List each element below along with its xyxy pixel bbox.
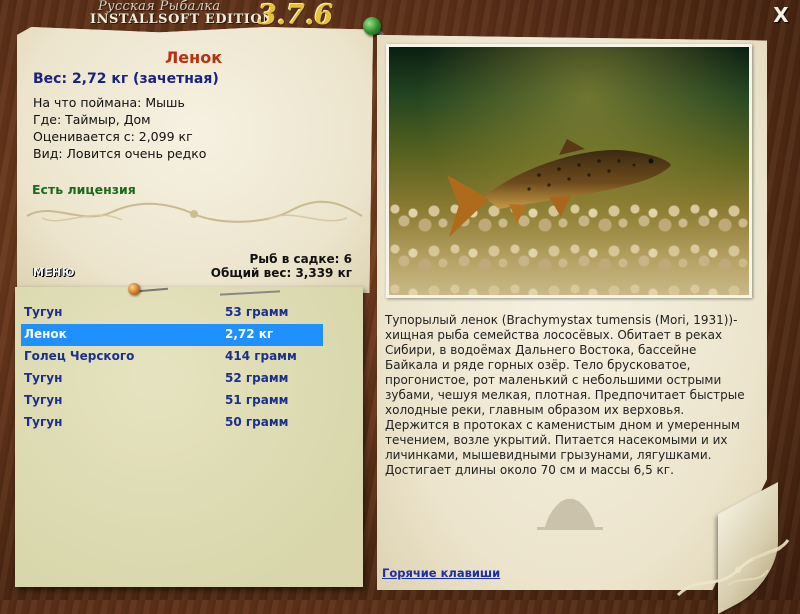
list-item[interactable]: Тугун 52 грамм [21, 368, 323, 390]
fish-description: Тупорылый ленок (Brachymystax tumensis (… [385, 313, 745, 477]
orange-pin-icon [128, 283, 140, 295]
catch-weight: 52 грамм [225, 371, 289, 385]
cage-summary: Рыб в садке: 6 Общий вес: 3,339 кг [200, 252, 352, 280]
fish-icon [447, 139, 671, 237]
catch-list: Тугун 53 грамм Ленок 2,72 кг Голец Черск… [21, 302, 323, 434]
list-item[interactable]: Тугун 53 грамм [21, 302, 323, 324]
ornament-divider-icon [26, 200, 363, 223]
info-location: Где: Таймыр, Дом [33, 112, 151, 127]
list-item[interactable]: Тугун 51 грамм [21, 390, 323, 412]
info-bait: На что поймана: Мышь [33, 95, 185, 110]
catch-weight: 414 грамм [225, 349, 297, 363]
catch-name: Тугун [24, 393, 63, 407]
list-item[interactable]: Тугун 50 грамм [21, 412, 323, 434]
app-version: 3.7.6 [258, 0, 334, 31]
list-item[interactable]: Голец Черского 414 грамм [21, 346, 323, 368]
catch-weight: 51 грамм [225, 393, 289, 407]
fish-photo [389, 47, 749, 295]
corner-ornament-icon [676, 539, 790, 597]
stamp-icon [537, 498, 603, 530]
info-rarity: Вид: Ловится очень редко [33, 146, 207, 161]
catch-weight: 53 грамм [225, 305, 289, 319]
catch-name: Ленок [24, 327, 67, 341]
catch-name: Тугун [24, 371, 63, 385]
catch-weight: 2,72 кг [225, 327, 274, 341]
list-item-selected[interactable]: Ленок 2,72 кг [21, 324, 323, 346]
cage-count: Рыб в садке: 6 [249, 252, 353, 266]
catch-name: Тугун [24, 415, 63, 429]
hotkeys-link[interactable]: Горячие клавиши [382, 566, 500, 580]
title-bar: Русская Рыбалка INSTALLSOFT EDITION 3.7.… [90, 0, 390, 31]
catch-name: Голец Черского [24, 349, 135, 363]
close-button[interactable]: X [770, 4, 792, 26]
license-status: Есть лицензия [32, 182, 136, 197]
cage-total-weight: Общий вес: 3,339 кг [210, 266, 352, 280]
catch-name: Тугун [24, 305, 63, 319]
green-pin-icon [363, 17, 381, 35]
fish-name: Ленок [165, 48, 223, 67]
info-threshold: Оценивается с: 2,099 кг [33, 129, 193, 144]
fish-weight: Вес: 2,72 кг (зачетная) [33, 71, 219, 87]
catch-weight: 50 грамм [225, 415, 289, 429]
fish-info: На что поймана: Мышь Где: Таймыр, Дом Оц… [33, 94, 206, 162]
menu-button[interactable]: МЕНЮ [33, 266, 75, 279]
app-title-line2: INSTALLSOFT EDITION [90, 12, 275, 27]
